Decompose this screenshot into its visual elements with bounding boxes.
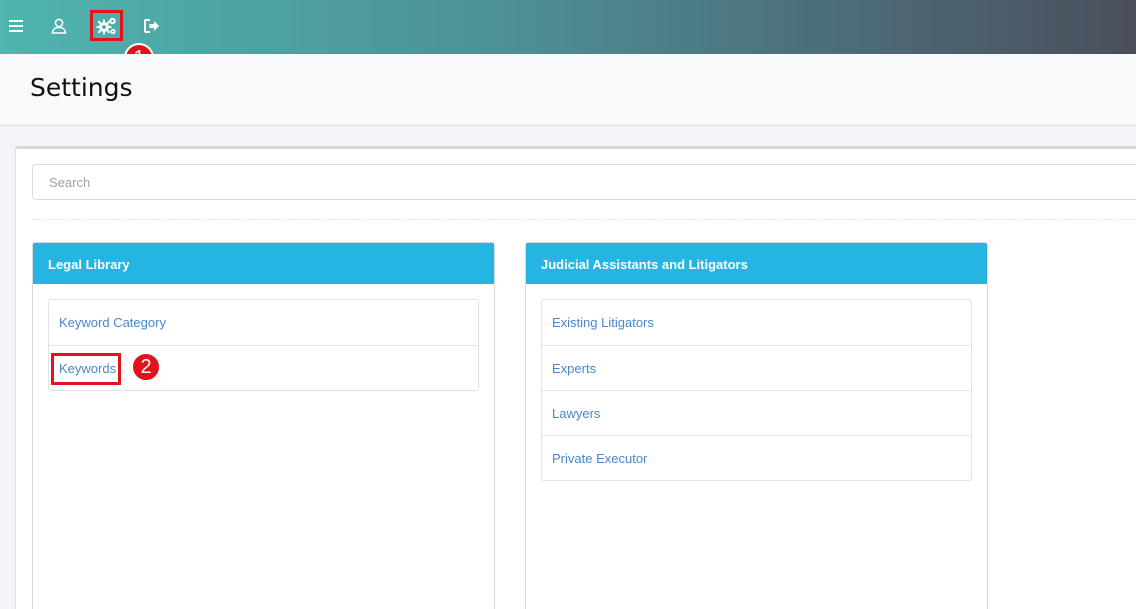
- settings-gears-icon: [96, 17, 116, 34]
- list-item-label: Private Executor: [552, 450, 648, 466]
- logout-icon: [144, 19, 159, 33]
- legal-library-panel: Legal Library Keyword Category Keywords: [32, 242, 495, 609]
- lawyers-link[interactable]: Lawyers: [542, 390, 971, 435]
- keywords-link[interactable]: Keywords: [49, 345, 478, 390]
- list-item-label: Experts: [552, 360, 597, 376]
- keyword-category-link[interactable]: Keyword Category: [49, 300, 478, 345]
- list-item-label: Lawyers: [552, 405, 601, 421]
- list-item-label: Keywords: [59, 360, 117, 376]
- legal-library-list: Keyword Category Keywords: [48, 299, 479, 391]
- judicial-assistants-panel: Judicial Assistants and Litigators Exist…: [525, 242, 988, 609]
- page-header: Settings: [0, 54, 1136, 126]
- list-item-label: Existing Litigators: [552, 315, 654, 330]
- top-navigation-bar: [0, 0, 1136, 54]
- step-badge-2: 2: [131, 352, 161, 382]
- judicial-assistants-list: Existing Litigators Experts Lawyers Priv…: [541, 299, 972, 481]
- legal-library-header: Legal Library: [33, 243, 494, 284]
- menu-toggle-button[interactable]: [1, 11, 31, 41]
- menu-icon: [9, 20, 23, 32]
- private-executor-link[interactable]: Private Executor: [542, 435, 971, 480]
- settings-card: Legal Library Keyword Category Keywords …: [15, 146, 1136, 609]
- judicial-assistants-header: Judicial Assistants and Litigators: [526, 243, 987, 284]
- existing-litigators-link[interactable]: Existing Litigators: [542, 300, 971, 345]
- logout-button[interactable]: [137, 11, 167, 41]
- user-icon: [51, 18, 67, 34]
- experts-link[interactable]: Experts: [542, 345, 971, 390]
- user-profile-button[interactable]: [44, 11, 74, 41]
- settings-button[interactable]: [90, 10, 123, 41]
- page-title: Settings: [30, 73, 133, 102]
- search-input[interactable]: [32, 164, 1136, 200]
- dashed-divider: [32, 219, 1136, 220]
- list-item-label: Keyword Category: [59, 315, 166, 330]
